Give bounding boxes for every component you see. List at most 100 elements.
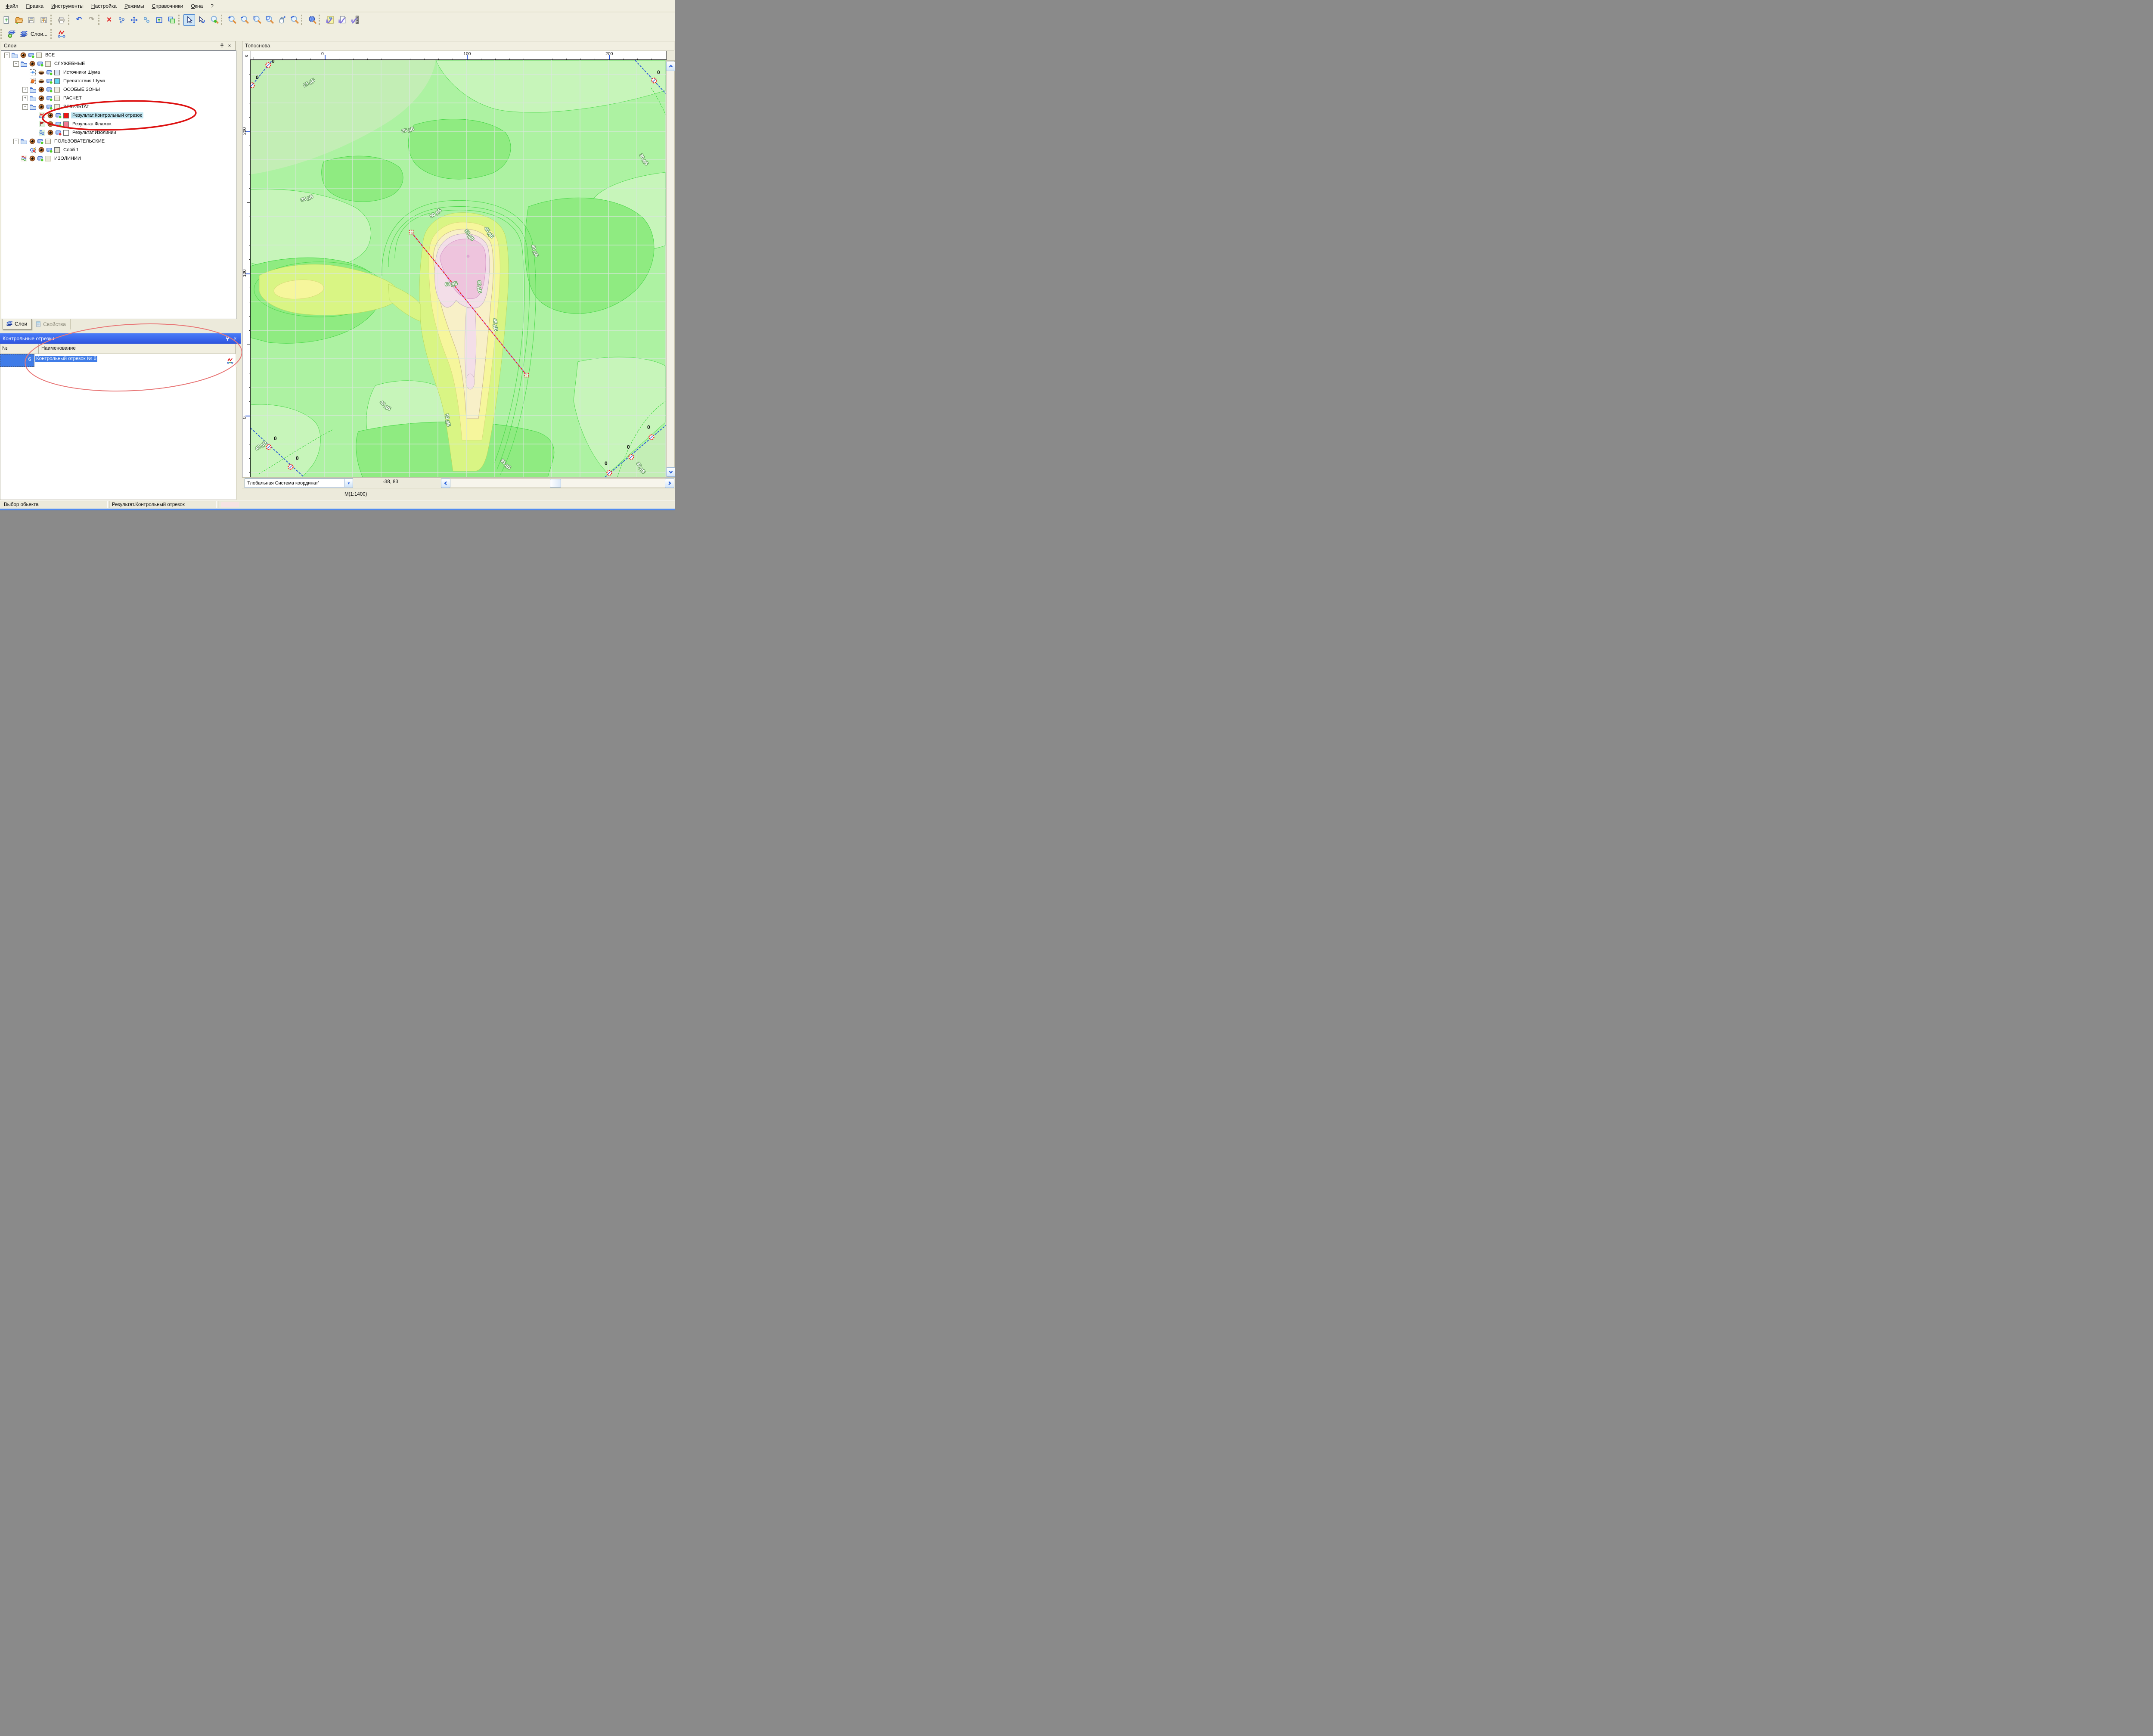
visibility-eye-icon[interactable]: [37, 69, 45, 76]
menu-item-справочники[interactable]: Справочники: [148, 2, 187, 10]
undo-button[interactable]: ↶: [73, 14, 85, 26]
zoom-out-button[interactable]: −: [239, 14, 250, 26]
print-button[interactable]: [56, 14, 67, 26]
layer-color-swatch[interactable]: [36, 53, 42, 58]
pin-icon[interactable]: [224, 335, 230, 342]
tree-row-3[interactable]: Препятствия Шума: [22, 77, 236, 85]
visibility-eye-icon[interactable]: [37, 146, 45, 153]
tree-row-0[interactable]: − ВСЕ: [4, 51, 236, 59]
visibility-eye-icon[interactable]: [28, 138, 36, 145]
print-state-icon[interactable]: [54, 129, 62, 136]
move-button[interactable]: [128, 14, 140, 26]
layer-label[interactable]: Результат.Изолинии: [71, 130, 118, 136]
open-project-button[interactable]: [13, 14, 25, 26]
layer-color-swatch[interactable]: [63, 130, 69, 136]
tree-row-8[interactable]: Результат.Флажок: [31, 120, 236, 128]
visibility-eye-icon[interactable]: [46, 121, 54, 127]
expand-icon[interactable]: +: [22, 96, 28, 101]
layers-manage-button[interactable]: [18, 28, 30, 40]
visibility-eye-icon[interactable]: [37, 103, 45, 110]
menu-item-?[interactable]: ?: [207, 2, 217, 10]
visibility-eye-icon[interactable]: [37, 86, 45, 93]
column-number[interactable]: №: [0, 344, 39, 354]
collapse-icon[interactable]: −: [13, 139, 19, 144]
collapse-icon[interactable]: −: [13, 61, 19, 67]
scroll-right-button[interactable]: [665, 478, 674, 488]
expand-icon[interactable]: +: [22, 87, 28, 93]
layer-label[interactable]: ВСЕ: [44, 52, 56, 58]
control-segment-chart-button[interactable]: [56, 28, 67, 40]
section-report-button[interactable]: [324, 14, 335, 26]
print-state-icon[interactable]: [54, 112, 62, 119]
layer-color-swatch[interactable]: [63, 121, 69, 127]
print-state-icon[interactable]: [54, 121, 62, 127]
redo-button[interactable]: ↷: [86, 14, 97, 26]
save-as-button[interactable]: /: [38, 14, 50, 26]
scroll-left-button[interactable]: [441, 478, 450, 488]
control-segment-endpoint[interactable]: [525, 373, 529, 377]
layer-label[interactable]: Слой 1: [62, 147, 80, 153]
zoom-previous-button[interactable]: ↶: [289, 14, 300, 26]
collapse-icon[interactable]: −: [22, 104, 28, 110]
visibility-eye-icon[interactable]: [28, 155, 36, 162]
tree-row-2[interactable]: Источники Шума: [22, 68, 236, 77]
zoom-in-button[interactable]: +: [226, 14, 238, 26]
layer-label[interactable]: РЕЗУЛЬТАТ: [62, 104, 90, 110]
zoom-world-button[interactable]: [306, 14, 318, 26]
tree-row-12[interactable]: ИЗОЛИНИИ: [13, 154, 236, 163]
collapse-icon[interactable]: −: [4, 53, 10, 58]
layer-color-swatch[interactable]: [54, 78, 60, 84]
node-pair-button[interactable]: [141, 14, 152, 26]
scroll-up-button[interactable]: [666, 62, 675, 71]
layer-label[interactable]: Результат.Контрольный отрезок: [71, 112, 143, 118]
layer-color-swatch[interactable]: [54, 70, 60, 75]
control-segment-endpoint[interactable]: [410, 230, 413, 234]
print-state-icon[interactable]: [36, 60, 44, 67]
menu-item-инструменты[interactable]: Инструменты: [47, 2, 87, 10]
new-document-button[interactable]: +: [0, 14, 12, 26]
coordinate-system-combobox[interactable]: 'Глобальная Система координат' ▼: [245, 478, 353, 488]
scroll-down-button[interactable]: [666, 467, 675, 477]
save-button[interactable]: [25, 14, 37, 26]
copy-layer-button[interactable]: [166, 14, 177, 26]
tree-row-7[interactable]: Результат.Контрольный отрезок: [31, 111, 236, 120]
layer-color-swatch[interactable]: [54, 147, 60, 153]
tree-row-4[interactable]: +ОСОБЫЕ ЗОНЫ: [22, 85, 236, 94]
map-viewport[interactable]: 0000000050 дБ25 дБ25 дБ55 дБ45 дБ30 дБ35…: [251, 60, 666, 477]
segment-table-row[interactable]: 6 Контрольный отрезок № 6: [0, 354, 236, 367]
layer-label[interactable]: ИЗОЛИНИИ: [53, 155, 82, 161]
close-icon[interactable]: ×: [226, 43, 233, 49]
segment-name-cell[interactable]: Контрольный отрезок № 6: [34, 354, 236, 367]
select-cursor-button[interactable]: [183, 14, 195, 26]
pin-icon[interactable]: [219, 43, 225, 49]
menu-item-правка[interactable]: Правка: [22, 2, 48, 10]
chevron-down-icon[interactable]: ▼: [344, 479, 353, 487]
print-state-icon[interactable]: [45, 86, 53, 93]
layer-label[interactable]: Препятствия Шума: [62, 78, 107, 84]
section-film-button[interactable]: [349, 14, 360, 26]
print-state-icon[interactable]: [45, 95, 53, 102]
layers-manage-label[interactable]: Слои...: [31, 31, 47, 37]
tree-row-5[interactable]: +РАСЧЕТ: [22, 94, 236, 102]
zoom-select-button[interactable]: ◆: [208, 14, 220, 26]
zoom-window-button[interactable]: ▢: [264, 14, 275, 26]
segment-chart-button[interactable]: [225, 355, 235, 366]
layer-color-swatch[interactable]: [54, 96, 60, 101]
visibility-eye-icon[interactable]: [46, 112, 54, 119]
segment-number-cell[interactable]: 6: [0, 354, 34, 367]
layers-add-button[interactable]: [6, 28, 17, 40]
layer-color-swatch[interactable]: [54, 104, 60, 110]
close-icon[interactable]: ×: [232, 335, 238, 342]
zoom-page-button[interactable]: ▯: [251, 14, 263, 26]
visibility-eye-icon[interactable]: [28, 60, 36, 67]
print-state-icon[interactable]: [27, 52, 35, 59]
edit-vertices-button[interactable]: [116, 14, 127, 26]
print-state-icon[interactable]: [45, 103, 53, 110]
delete-button[interactable]: ×: [103, 14, 115, 26]
tab-properties[interactable]: Свойства: [32, 319, 71, 329]
select-object-cursor-button[interactable]: [196, 14, 208, 26]
layer-color-swatch[interactable]: [45, 139, 51, 144]
menu-item-окна[interactable]: Окна: [187, 2, 207, 10]
visibility-eye-icon[interactable]: [37, 95, 45, 102]
print-state-icon[interactable]: [36, 138, 44, 145]
